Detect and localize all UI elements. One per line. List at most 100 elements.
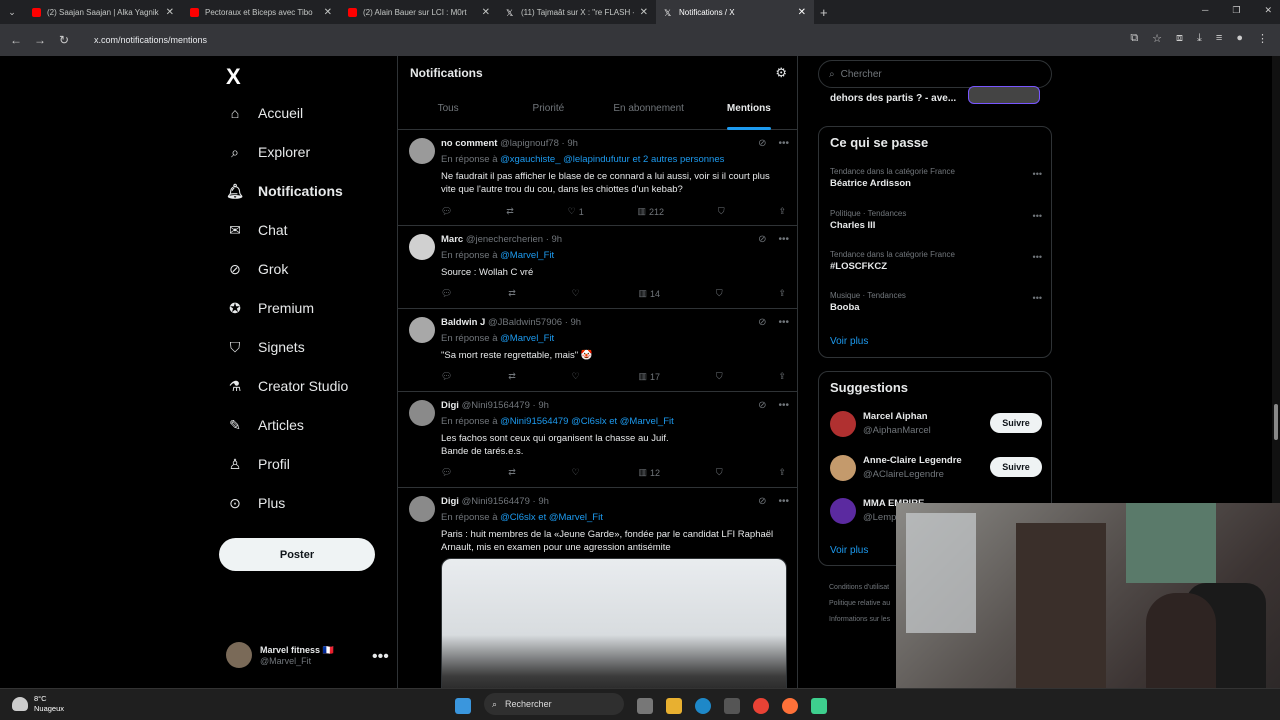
- account-switcher[interactable]: Marvel fitness 🇫🇷 @Marvel_Fit •••: [226, 642, 389, 668]
- close-icon[interactable]: ✕: [640, 7, 648, 18]
- views-button[interactable]: ▥ 212: [638, 206, 665, 217]
- extensions-icon[interactable]: ⧈: [1176, 32, 1183, 45]
- gear-icon[interactable]: ⚙: [775, 65, 787, 81]
- author-handle[interactable]: @Nini91564479: [462, 496, 530, 507]
- edge-icon[interactable]: [695, 697, 711, 714]
- follow-button[interactable]: Suivre: [990, 413, 1042, 433]
- footer-link[interactable]: Informations sur les: [829, 616, 890, 623]
- author-handle[interactable]: @jenechercherien: [466, 234, 543, 245]
- nav-premium[interactable]: ✪ Premium: [226, 299, 314, 317]
- suggestion-name[interactable]: Marcel Aiphan: [863, 411, 928, 422]
- retweet-icon[interactable]: ⇄: [508, 288, 516, 299]
- tweet[interactable]: Marc @jenechercherien · 9h ⊘ ••• En répon…: [398, 226, 797, 309]
- more-icon[interactable]: •••: [778, 234, 789, 245]
- reply-mentions[interactable]: @Cl6slx et @Marvel_Fit: [500, 512, 603, 523]
- like-button[interactable]: ♡: [572, 467, 583, 478]
- reply-mentions[interactable]: @Nini91564479 @Cl6slx et @Marvel_Fit: [500, 416, 674, 427]
- more-icon[interactable]: •••: [778, 138, 789, 149]
- nav-creator-studio[interactable]: ⚗ Creator Studio: [226, 377, 349, 395]
- share-icon[interactable]: ⇪: [778, 206, 786, 217]
- author-name[interactable]: Marc: [441, 234, 463, 245]
- chrome-icon[interactable]: [753, 697, 769, 714]
- star-icon[interactable]: ☆: [1152, 32, 1162, 45]
- views-button[interactable]: ▥ 14: [639, 288, 661, 299]
- like-button[interactable]: ♡ 1: [568, 206, 584, 217]
- browser-tab[interactable]: (2) Alain Bauer sur LCI : M0rt ✕: [340, 0, 498, 24]
- trend-item[interactable]: Musique · Tendances Booba •••: [830, 291, 1042, 313]
- avatar[interactable]: [409, 234, 435, 260]
- grok-icon[interactable]: ⊘: [758, 400, 766, 411]
- download-icon[interactable]: ⤓: [1197, 32, 1202, 45]
- news-item-title[interactable]: dehors des partis ? - ave...: [830, 93, 956, 104]
- reply-mentions[interactable]: @xgauchiste_ @lelapindufutur et 2 autres…: [500, 154, 724, 165]
- reply-icon[interactable]: 💬︎: [441, 206, 452, 217]
- more-icon[interactable]: •••: [778, 317, 789, 328]
- reply-icon[interactable]: 💬︎: [441, 467, 452, 478]
- author-handle[interactable]: @lapignouf78: [500, 138, 559, 149]
- reply-mentions[interactable]: @Marvel_Fit: [500, 250, 554, 261]
- share-icon[interactable]: ⇪: [778, 288, 786, 299]
- trend-item[interactable]: Tendance dans la catégorie France #LOSCFK…: [830, 250, 1042, 272]
- avatar[interactable]: [409, 138, 435, 164]
- suggestion-item[interactable]: Anne-Claire Legendre @AClaireLegendre Su…: [830, 453, 1042, 483]
- views-button[interactable]: ▥ 12: [639, 467, 661, 478]
- avatar[interactable]: [830, 411, 856, 437]
- author-handle[interactable]: @JBaldwin57906: [488, 317, 562, 328]
- search-input[interactable]: ⌕ Chercher: [818, 60, 1052, 88]
- like-button[interactable]: ♡: [572, 371, 583, 382]
- app-icon[interactable]: [811, 697, 827, 714]
- nav-profile[interactable]: ♙ Profil: [226, 455, 290, 473]
- nav-explore[interactable]: ⌕ Explorer: [226, 143, 310, 161]
- url-field[interactable]: x.com/notifications/mentions: [94, 35, 207, 45]
- suggestion-name[interactable]: Anne-Claire Legendre: [863, 455, 962, 466]
- retweet-icon[interactable]: ⇄: [506, 206, 514, 217]
- follow-button[interactable]: Suivre: [990, 457, 1042, 477]
- firefox-icon[interactable]: [782, 697, 798, 714]
- more-icon[interactable]: •••: [1033, 293, 1042, 303]
- views-button[interactable]: ▥ 17: [639, 371, 661, 382]
- back-icon[interactable]: ←: [4, 33, 28, 47]
- retweet-icon[interactable]: ⇄: [508, 467, 516, 478]
- tab-following[interactable]: En abonnement: [599, 100, 699, 130]
- author-handle[interactable]: @Nini91564479: [462, 400, 530, 411]
- tweet[interactable]: Baldwin J @JBaldwin57906 · 9h ⊘ ••• En ré…: [398, 309, 797, 392]
- tab-all[interactable]: Tous: [398, 100, 498, 130]
- post-button[interactable]: Poster: [219, 538, 375, 571]
- author-name[interactable]: Baldwin J: [441, 317, 485, 328]
- share-icon[interactable]: ⇪: [778, 371, 786, 382]
- more-icon[interactable]: •••: [1033, 169, 1042, 179]
- menu-icon[interactable]: ⋮: [1257, 32, 1268, 45]
- windows-start-icon[interactable]: [455, 697, 471, 714]
- browser-tab[interactable]: (2) Saajan Saajan | Alka Yagnik ✕: [24, 0, 182, 24]
- grok-icon[interactable]: ⊘: [758, 496, 766, 507]
- nav-articles[interactable]: ✎ Articles: [226, 416, 304, 434]
- trend-item[interactable]: Politique · Tendances Charles III •••: [830, 209, 1042, 231]
- tab-priority[interactable]: Priorité: [498, 100, 598, 130]
- taskbar-search[interactable]: ⌕ Rechercher: [484, 693, 624, 715]
- tweet[interactable]: Digi @Nini91564479 · 9h ⊘ ••• En réponse …: [398, 392, 797, 488]
- bookmark-icon[interactable]: ⛉: [716, 371, 723, 382]
- retweet-icon[interactable]: ⇄: [508, 371, 516, 382]
- avatar[interactable]: [409, 400, 435, 426]
- tab-mentions[interactable]: Mentions: [699, 100, 797, 130]
- browser-tab-active[interactable]: 𝕏 Notifications / X ✕: [656, 0, 814, 24]
- bookmark-icon[interactable]: ⛉: [718, 206, 725, 217]
- nav-home[interactable]: ⌂ Accueil: [226, 104, 303, 122]
- more-icon[interactable]: •••: [778, 496, 789, 507]
- see-more-link[interactable]: Voir plus: [830, 545, 868, 556]
- x-logo[interactable]: X: [226, 64, 241, 90]
- grok-icon[interactable]: ⊘: [758, 317, 766, 328]
- browser-tab[interactable]: Pectoraux et Biceps avec Tibo ✕: [182, 0, 340, 24]
- more-icon[interactable]: •••: [1033, 211, 1042, 221]
- profile-icon[interactable]: ●: [1236, 32, 1243, 45]
- forward-icon[interactable]: →: [28, 33, 52, 47]
- more-icon[interactable]: •••: [372, 648, 389, 666]
- avatar[interactable]: [830, 498, 856, 524]
- trend-item[interactable]: Tendance dans la catégorie France Béatric…: [830, 167, 1042, 189]
- restore-icon[interactable]: ❐: [1232, 5, 1240, 16]
- avatar[interactable]: [409, 317, 435, 343]
- grok-icon[interactable]: ⊘: [758, 138, 766, 149]
- nav-notifications[interactable]: 🔔︎ Notifications: [226, 182, 343, 200]
- file-explorer-icon[interactable]: [666, 697, 682, 714]
- footer-link[interactable]: Conditions d'utilisat: [829, 584, 889, 591]
